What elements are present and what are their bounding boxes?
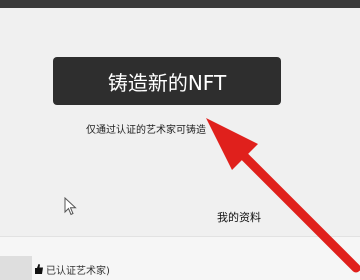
- top-bar: [0, 0, 360, 8]
- avatar: [0, 256, 32, 280]
- my-profile-link[interactable]: 我的资料: [217, 209, 261, 225]
- verified-artist-status: 已认证艺术家): [46, 266, 110, 277]
- verified-artist-caption: 仅通过认证的艺术家可铸造: [86, 125, 206, 136]
- verified-badge-icon: [35, 264, 43, 274]
- mint-nft-button[interactable]: 铸造新的NFT: [53, 57, 281, 105]
- mouse-cursor-icon: [64, 197, 77, 216]
